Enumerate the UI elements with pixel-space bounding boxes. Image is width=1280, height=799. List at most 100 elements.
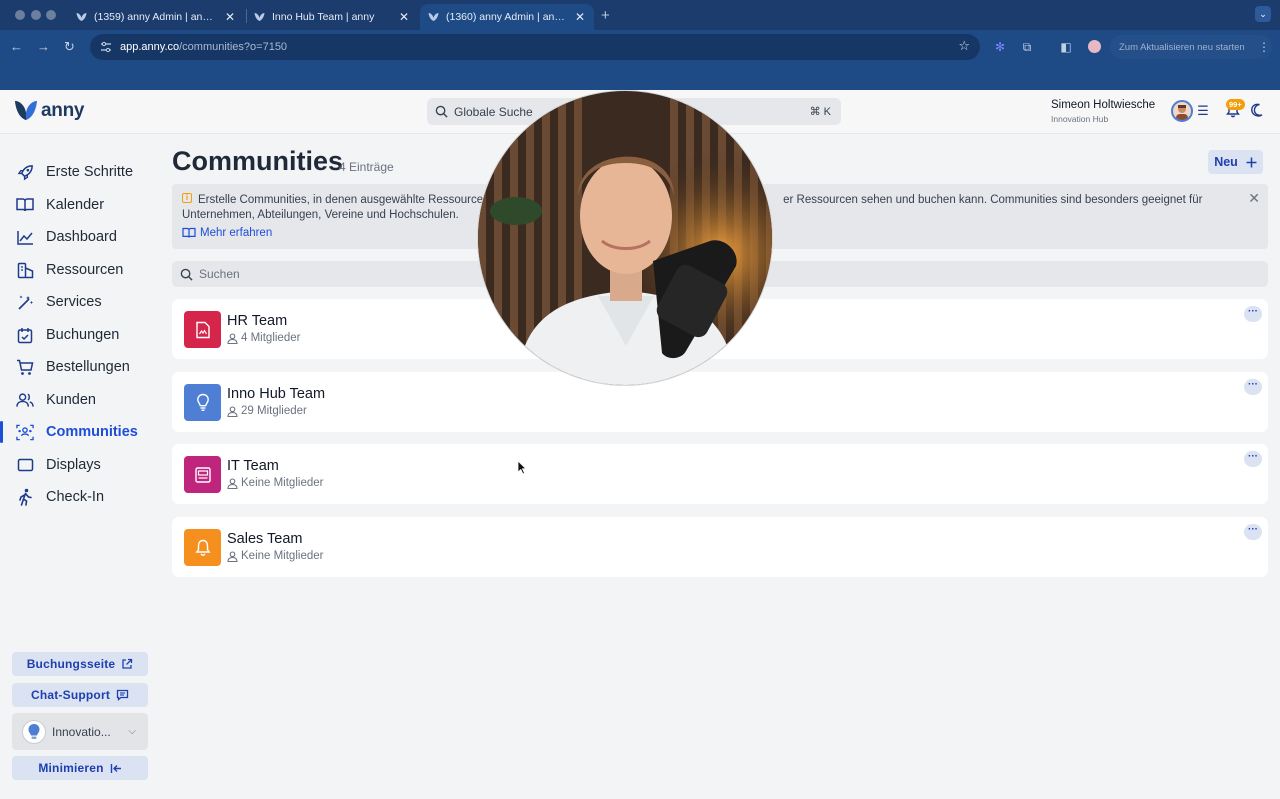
organization-switcher[interactable]: Innovatio... ⌵ — [12, 713, 148, 750]
booking-page-button[interactable]: Buchungsseite — [12, 652, 148, 676]
sidebar-item-label: Displays — [46, 457, 101, 473]
anny-favicon-icon — [76, 13, 87, 21]
browser-tab[interactable]: Inno Hub Team | anny ✕ — [246, 4, 418, 30]
collapse-left-icon — [110, 763, 121, 773]
chat-bubble-icon — [116, 689, 129, 701]
chat-support-label: Chat-Support — [30, 688, 111, 702]
tab-close-icon[interactable]: ✕ — [398, 10, 410, 24]
webcam-overlay — [477, 90, 773, 386]
browser-tab-active[interactable]: (1360) anny Admin | anny Adr ✕ — [420, 4, 594, 30]
book-open-icon — [16, 196, 34, 214]
sidebar-item-kalender[interactable]: Kalender — [0, 190, 160, 220]
calendar-check-icon — [16, 326, 34, 344]
browser-bookmarks-strip — [0, 64, 1280, 90]
cart-icon — [16, 358, 34, 376]
person-avatar-icon — [1176, 105, 1188, 120]
sidebar-item-label: Check-In — [46, 489, 105, 505]
user-info[interactable]: Simeon Holtwiesche Innovation Hub — [1051, 99, 1155, 124]
sidebar-item-label: Erste Schritte — [46, 164, 134, 180]
sidebar-item-erste-schritte[interactable]: Erste Schritte — [0, 157, 160, 187]
lightbulb-icon — [184, 384, 221, 421]
update-label: Zum Aktualisieren neu starten — [1119, 41, 1245, 53]
avatar[interactable] — [1171, 100, 1193, 122]
sidebar-item-buchungen[interactable]: Buchungen — [0, 320, 160, 350]
booking-page-label: Buchungsseite — [26, 657, 116, 671]
minimize-sidebar-button[interactable]: Minimieren — [12, 756, 148, 780]
close-icon[interactable]: ✕ — [1248, 190, 1260, 207]
update-browser-button[interactable]: Zum Aktualisieren neu starten — [1110, 35, 1272, 59]
sidebar-item-label: Ressourcen — [46, 262, 124, 278]
list-item[interactable]: IT Team Keine Mitglieder ··· — [172, 444, 1268, 504]
side-panel-icon[interactable]: ◧ — [1058, 39, 1074, 55]
community-icon — [16, 423, 34, 441]
browser-tab[interactable]: (1359) anny Admin | anny Adr ✕ — [68, 4, 244, 30]
info-icon: i — [182, 193, 192, 203]
sidebar-item-label: Kunden — [46, 392, 96, 408]
sidebar-item-displays[interactable]: Displays — [0, 450, 160, 480]
chart-line-icon — [16, 228, 34, 246]
hamburger-menu-icon[interactable]: ☰ — [1195, 103, 1211, 119]
extension-gear-icon[interactable]: ✻ — [992, 39, 1008, 55]
more-options-icon[interactable]: ··· — [1244, 524, 1262, 540]
tab-close-icon[interactable]: ✕ — [574, 10, 586, 24]
forward-arrow-icon[interactable]: → — [37, 39, 50, 54]
new-label: Neu — [1214, 155, 1238, 169]
reload-icon[interactable]: ↻ — [64, 39, 75, 55]
window-minimize-button[interactable] — [31, 10, 41, 20]
sidebar-item-kunden[interactable]: Kunden — [0, 385, 160, 415]
info-text-line2: Unternehmen, Abteilungen, Vereine und Ho… — [182, 209, 459, 221]
learn-more-link[interactable]: Mehr erfahren — [182, 227, 272, 239]
anny-favicon-icon — [428, 13, 439, 21]
logo-text: anny — [41, 100, 85, 121]
chat-support-button[interactable]: Chat-Support — [12, 683, 148, 707]
minimize-label: Minimieren — [38, 761, 104, 775]
user-icon — [227, 550, 238, 562]
window-zoom-button[interactable] — [46, 10, 56, 20]
tab-search-chevron-icon[interactable]: ⌄ — [1255, 6, 1271, 22]
user-name: Simeon Holtwiesche — [1051, 99, 1156, 111]
magic-wand-icon — [16, 293, 34, 311]
list-item[interactable]: Inno Hub Team 29 Mitglieder ··· — [172, 372, 1268, 432]
profile-avatar-icon[interactable] — [1086, 39, 1102, 55]
back-arrow-icon[interactable]: ← — [10, 39, 23, 54]
community-name: HR Team — [227, 313, 288, 329]
extensions-puzzle-icon[interactable]: ⧉ — [1019, 39, 1035, 55]
browser-tab-strip: (1359) anny Admin | anny Adr ✕ Inno Hub … — [0, 0, 1280, 30]
tab-close-icon[interactable]: ✕ — [224, 10, 236, 24]
bookmark-star-icon[interactable]: ☆ — [958, 38, 970, 54]
url-host: app.anny.co — [120, 41, 180, 53]
book-open-icon — [182, 227, 196, 238]
dark-mode-moon-icon[interactable] — [1249, 103, 1265, 119]
user-icon — [227, 477, 238, 489]
site-settings-icon[interactable] — [100, 41, 112, 53]
sidebar-item-services[interactable]: Services — [0, 287, 160, 317]
list-item[interactable]: Sales Team Keine Mitglieder ··· — [172, 517, 1268, 577]
chevron-down-icon: ⌵ — [128, 726, 136, 737]
search-placeholder: Suchen — [199, 267, 240, 281]
window-close-button[interactable] — [15, 10, 25, 20]
entry-count: 4 Einträge — [339, 160, 394, 174]
users-icon — [16, 391, 34, 409]
sidebar-item-communities[interactable]: Communities — [0, 417, 160, 447]
rocket-icon — [16, 163, 34, 181]
display-icon — [16, 456, 34, 474]
sidebar-item-check-in[interactable]: Check-In — [0, 482, 160, 512]
document-icon — [184, 311, 221, 348]
member-count: Keine Mitglieder — [241, 550, 324, 562]
new-community-button[interactable]: Neu — [1208, 150, 1263, 174]
more-options-icon[interactable]: ··· — [1244, 451, 1262, 467]
sidebar-item-bestellungen[interactable]: Bestellungen — [0, 352, 160, 382]
user-org: Innovation Hub — [1051, 114, 1109, 124]
browser-menu-icon[interactable]: ⋮ — [1256, 39, 1272, 55]
sidebar-item-ressourcen[interactable]: Ressourcen — [0, 255, 160, 285]
more-options-icon[interactable]: ··· — [1244, 379, 1262, 395]
member-count: 29 Mitglieder — [241, 405, 307, 417]
anny-logo[interactable]: anny — [14, 100, 84, 122]
new-tab-icon[interactable]: + — [601, 7, 610, 24]
address-bar[interactable]: app.anny.co/communities?o=7150 ☆ — [90, 34, 980, 60]
sidebar-item-dashboard[interactable]: Dashboard — [0, 222, 160, 252]
member-count: Keine Mitglieder — [241, 477, 324, 489]
user-icon — [227, 332, 238, 344]
server-icon — [184, 456, 221, 493]
more-options-icon[interactable]: ··· — [1244, 306, 1262, 322]
